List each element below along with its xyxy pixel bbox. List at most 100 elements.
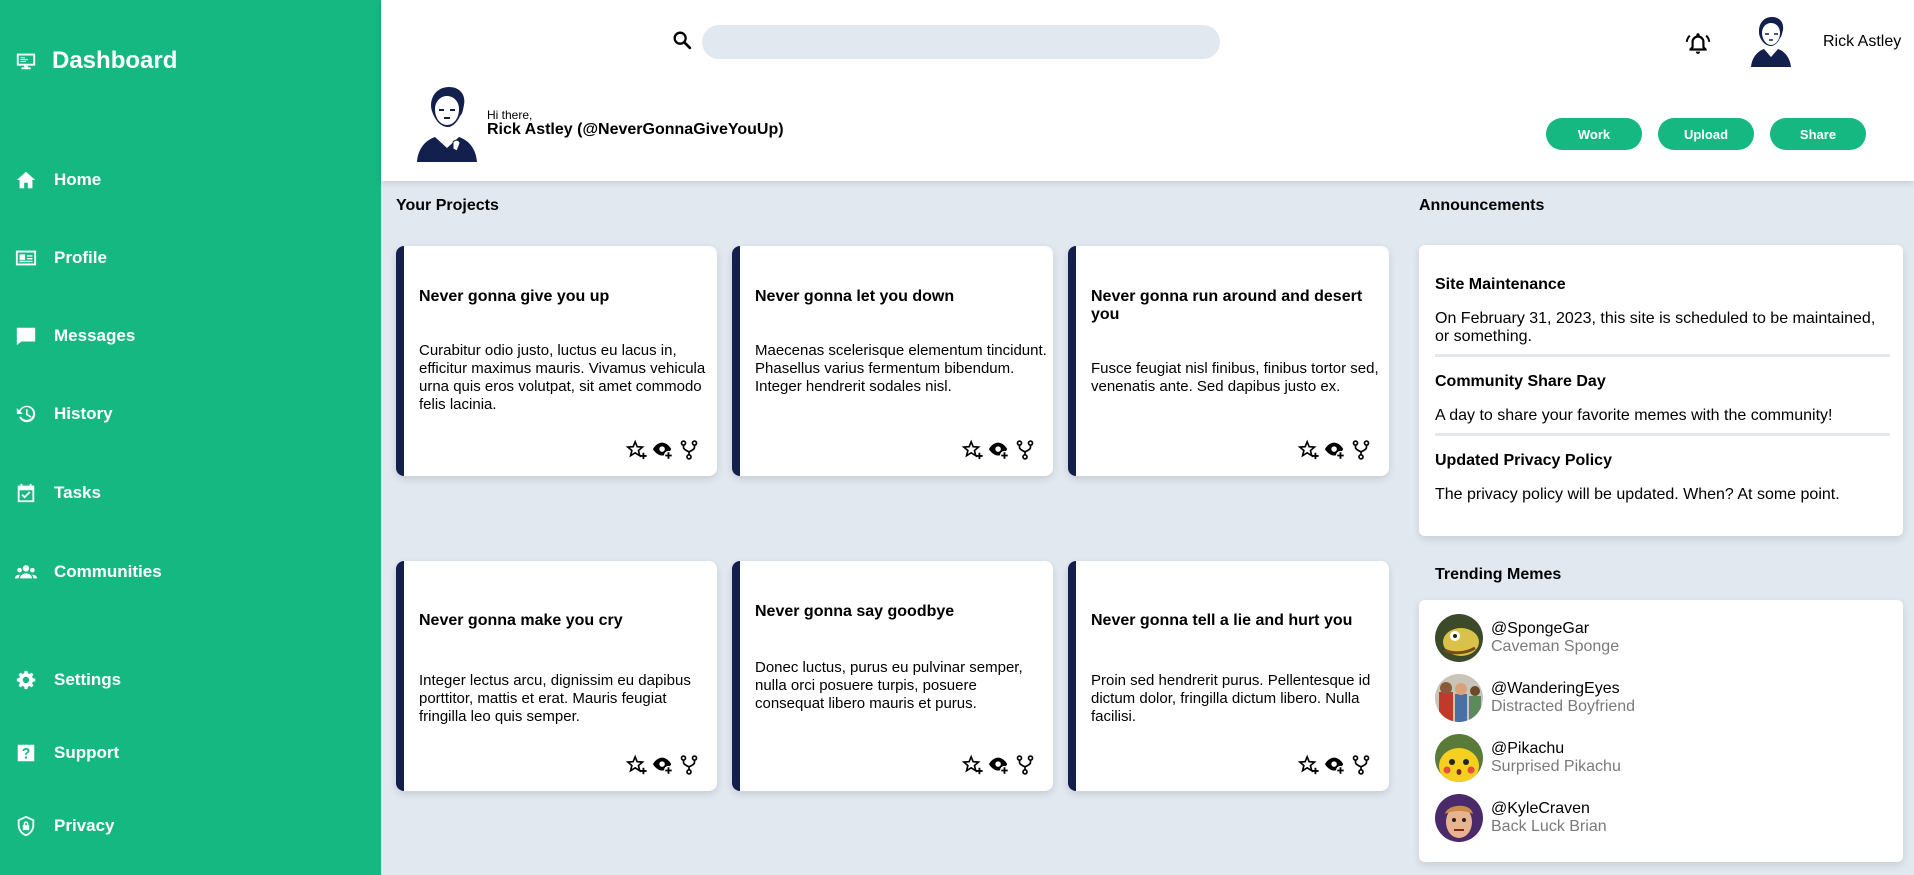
meme-handle: @KyleCraven [1491, 800, 1590, 817]
search-input[interactable] [702, 25, 1220, 59]
project-description: Curabitur odio justo, luctus eu lacus in… [419, 342, 706, 413]
sidebar-item-label: History [54, 404, 113, 423]
shield-lock-icon [14, 814, 38, 838]
star-add-icon[interactable] [961, 438, 985, 462]
header: Rick Astley Hi there, Rick Astley (@Neve… [381, 0, 1914, 181]
project-description: Fusce feugiat nisl finibus, finibus tort… [1091, 360, 1379, 395]
bell-icon[interactable] [1685, 30, 1711, 56]
trending-title: Trending Memes [1435, 566, 1562, 583]
fork-icon[interactable] [677, 438, 701, 462]
project-card[interactable]: Never gonna say goodbye Donec luctus, pu… [732, 561, 1053, 791]
trending-panel: @SpongeGar Caveman Sponge @WanderingEyes… [1419, 600, 1903, 862]
upload-button[interactable]: Upload [1658, 118, 1754, 150]
meme-name: Surprised Pikachu [1491, 758, 1621, 775]
sidebar-item-support[interactable]: Support [14, 738, 119, 768]
sidebar-item-label: Communities [54, 562, 162, 581]
gear-icon [14, 668, 38, 692]
announcement-title: Community Share Day [1435, 373, 1606, 390]
card-actions [961, 753, 1037, 777]
meme-handle: @WanderingEyes [1491, 680, 1620, 697]
watch-add-icon[interactable] [1323, 438, 1347, 462]
fork-icon[interactable] [1013, 438, 1037, 462]
meme-avatar [1435, 674, 1483, 722]
avatar[interactable] [1745, 15, 1795, 67]
meme-name: Back Luck Brian [1491, 818, 1607, 835]
greeting-name: Rick Astley (@NeverGonnaGiveYouUp) [487, 121, 784, 138]
divider [1435, 433, 1890, 436]
project-card[interactable]: Never gonna make you cry Integer lectus … [396, 561, 717, 791]
sidebar-item-messages[interactable]: Messages [14, 321, 135, 351]
meme-info: @SpongeGar Caveman Sponge [1491, 620, 1619, 656]
meme-handle: @Pikachu [1491, 740, 1565, 757]
greeting-text: Hi there, [487, 108, 533, 122]
card-actions [1297, 753, 1373, 777]
project-title: Never gonna tell a lie and hurt you [1091, 612, 1353, 629]
fork-icon[interactable] [1013, 753, 1037, 777]
watch-add-icon[interactable] [651, 753, 675, 777]
star-add-icon[interactable] [961, 753, 985, 777]
home-icon [14, 168, 38, 192]
user-name[interactable]: Rick Astley [1823, 33, 1901, 51]
watch-add-icon[interactable] [1323, 753, 1347, 777]
sidebar: Dashboard Home Profile Messages History … [0, 0, 381, 875]
sidebar-item-tasks[interactable]: Tasks [14, 478, 101, 508]
watch-add-icon[interactable] [651, 438, 675, 462]
sidebar-item-label: Profile [54, 248, 107, 267]
meme-name: Caveman Sponge [1491, 638, 1620, 655]
project-title: Never gonna say goodbye [755, 603, 955, 620]
list-item[interactable]: @WanderingEyes Distracted Boyfriend [1435, 674, 1635, 722]
card-actions [961, 438, 1037, 462]
calendar-check-icon [14, 481, 38, 505]
watch-add-icon[interactable] [987, 438, 1011, 462]
fork-icon[interactable] [677, 753, 701, 777]
project-description: Maecenas scelerisque elementum tincidunt… [755, 342, 1047, 395]
sidebar-item-label: Settings [54, 670, 122, 689]
sidebar-item-communities[interactable]: Communities [14, 557, 162, 587]
project-title: Never gonna give you up [419, 288, 610, 305]
profile-avatar [413, 84, 481, 162]
announcements-title: Announcements [1419, 197, 1545, 214]
announcement-text: A day to share your favorite memes with … [1435, 407, 1833, 424]
project-card[interactable]: Never gonna tell a lie and hurt you Proi… [1068, 561, 1389, 791]
fork-icon[interactable] [1349, 753, 1373, 777]
sidebar-item-home[interactable]: Home [14, 165, 101, 195]
projects-title: Your Projects [396, 197, 499, 214]
project-title: Never gonna let you down [755, 288, 955, 305]
meme-avatar [1435, 734, 1483, 782]
star-add-icon[interactable] [1297, 753, 1321, 777]
project-card[interactable]: Never gonna give you up Curabitur odio j… [396, 246, 717, 476]
card-actions [1297, 438, 1373, 462]
sidebar-item-label: Support [54, 743, 120, 762]
sidebar-item-history[interactable]: History [14, 399, 113, 429]
sidebar-item-privacy[interactable]: Privacy [14, 811, 115, 841]
share-button[interactable]: Share [1770, 118, 1866, 150]
search-icon[interactable] [671, 29, 693, 51]
project-card[interactable]: Never gonna run around and desert you Fu… [1068, 246, 1389, 476]
fork-icon[interactable] [1349, 438, 1373, 462]
star-add-icon[interactable] [625, 753, 649, 777]
chat-icon [14, 324, 38, 348]
announcement-text: The privacy policy will be updated. When… [1435, 486, 1840, 503]
meme-info: @WanderingEyes Distracted Boyfriend [1491, 680, 1635, 716]
list-item[interactable]: @KyleCraven Back Luck Brian [1435, 794, 1607, 842]
announcement-text: On February 31, 2023, this site is sched… [1435, 310, 1876, 345]
sidebar-item-label: Tasks [54, 483, 101, 502]
brand-label: Dashboard [52, 47, 178, 74]
list-item[interactable]: @Pikachu Surprised Pikachu [1435, 734, 1621, 782]
meme-info: @KyleCraven Back Luck Brian [1491, 800, 1607, 836]
watch-add-icon[interactable] [987, 753, 1011, 777]
star-add-icon[interactable] [625, 438, 649, 462]
project-title: Never gonna make you cry [419, 612, 623, 629]
sidebar-item-settings[interactable]: Settings [14, 665, 121, 695]
group-icon [14, 560, 38, 584]
star-add-icon[interactable] [1297, 438, 1321, 462]
brand[interactable]: Dashboard [14, 47, 177, 75]
project-description: Integer lectus arcu, dignissim eu dapibu… [419, 672, 691, 725]
sidebar-item-label: Home [54, 170, 102, 189]
list-item[interactable]: @SpongeGar Caveman Sponge [1435, 614, 1619, 662]
project-title: Never gonna run around and desert you [1091, 288, 1363, 323]
work-button[interactable]: Work [1546, 118, 1642, 150]
project-card[interactable]: Never gonna let you down Maecenas sceler… [732, 246, 1053, 476]
sidebar-item-profile[interactable]: Profile [14, 243, 107, 273]
meme-name: Distracted Boyfriend [1491, 698, 1636, 715]
